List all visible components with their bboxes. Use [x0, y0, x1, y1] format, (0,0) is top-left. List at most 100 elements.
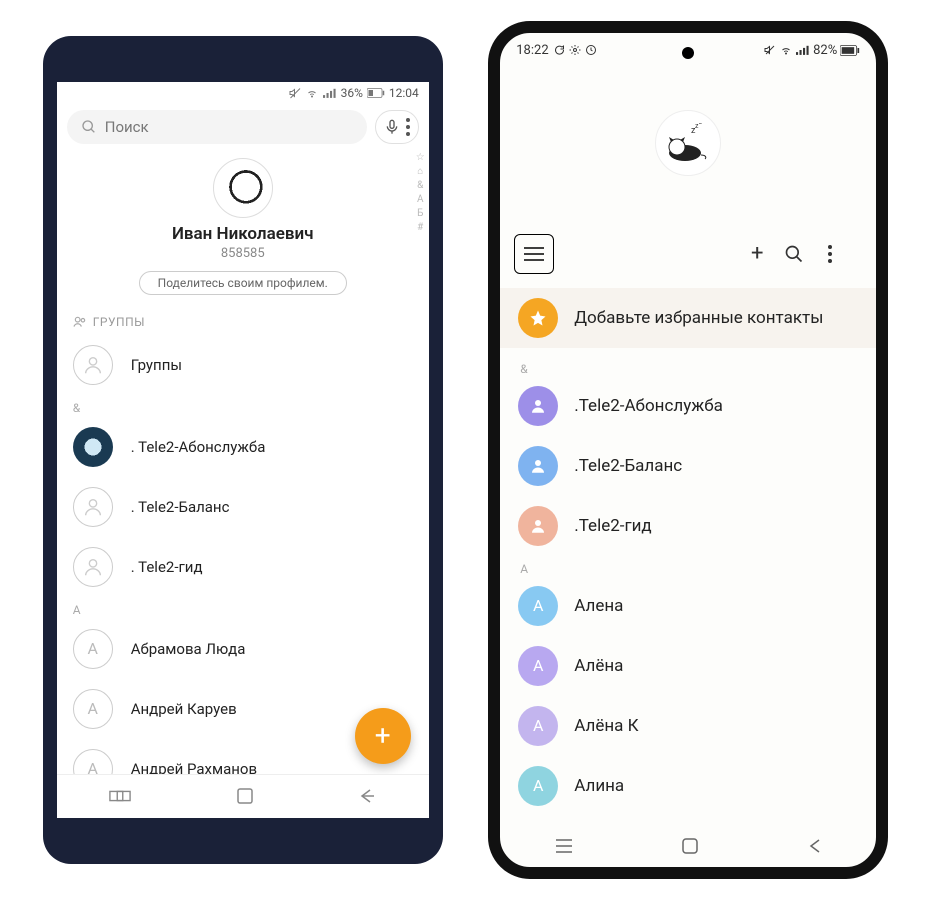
contact-name: Абрамова Люда [131, 640, 246, 658]
more-button[interactable] [828, 245, 862, 263]
contact-name: . Tele2-гид [131, 558, 203, 576]
add-contact-fab[interactable]: + [355, 708, 411, 764]
contact-row[interactable]: .Tele2-Баланс [500, 436, 876, 496]
camera-hole [682, 47, 694, 59]
wifi-icon [305, 87, 319, 99]
more-icon[interactable] [406, 118, 410, 136]
contact-name: Алина [574, 776, 624, 796]
section-a: А [57, 597, 429, 619]
contact-name: .Tele2-Абонслужба [574, 396, 723, 416]
contact-name: Алёна К [574, 716, 638, 736]
groups-label: Группы [131, 356, 182, 374]
contact-row[interactable]: А Алена [500, 576, 876, 636]
contact-avatar [518, 446, 558, 486]
contact-initial: А [73, 689, 113, 729]
search-button[interactable] [784, 244, 818, 264]
vibrate-icon [764, 44, 776, 56]
contact-row[interactable]: . Tele2-Абонслужба [57, 417, 429, 477]
menu-button[interactable] [514, 234, 554, 274]
favorites-row[interactable]: Добавьте избранные контакты [500, 288, 876, 348]
groups-icon [73, 315, 87, 329]
contact-row[interactable]: А Алина [500, 756, 876, 816]
battery-icon [367, 88, 385, 98]
index-amp[interactable]: & [417, 180, 423, 191]
contact-row[interactable]: .Tele2-Абонслужба [500, 376, 876, 436]
contact-row[interactable]: А Алёна [500, 636, 876, 696]
profile-avatar[interactable] [213, 158, 273, 218]
contact-initial: А [73, 629, 113, 669]
index-star[interactable]: ☆ [416, 152, 425, 163]
profile-avatar: zzz [655, 110, 721, 176]
search-icon [81, 119, 97, 135]
status-time: 18:22 [516, 43, 548, 58]
gear-icon [569, 44, 581, 56]
svg-text:z: z [699, 123, 702, 126]
plus-icon: + [375, 719, 391, 752]
nav-back-icon[interactable] [808, 838, 822, 854]
share-profile-button[interactable]: Поделитесь своим профилем. [139, 271, 347, 295]
profile-card[interactable]: ☆ ⌂ & А Б # Иван Николаевич 858585 Подел… [57, 150, 429, 305]
contact-name: .Tele2-Баланс [574, 456, 682, 476]
signal-icon [323, 87, 337, 99]
favorites-label: Добавьте избранные контакты [574, 308, 823, 328]
section-amp: & [57, 395, 429, 417]
nav-recents-icon[interactable] [109, 788, 131, 804]
toolbar: + [500, 228, 876, 280]
index-b[interactable]: Б [417, 208, 423, 219]
nav-home-icon[interactable] [682, 838, 698, 854]
groups-header: ГРУППЫ [57, 305, 429, 335]
groups-avatar-icon [73, 345, 113, 385]
nav-back-icon[interactable] [358, 788, 376, 804]
index-scroller[interactable]: ☆ ⌂ & А Б # [416, 152, 425, 233]
section-a: А [500, 556, 876, 576]
battery-percent: 82% [813, 43, 837, 58]
contact-avatar [518, 386, 558, 426]
add-button[interactable]: + [740, 241, 774, 266]
profile-hero[interactable]: zzz [500, 58, 876, 228]
phone-right: 18:22 82% zzz + [488, 21, 888, 879]
contact-row[interactable]: . Tele2-Баланс [57, 477, 429, 537]
contact-name: . Tele2-Абонслужба [131, 438, 266, 456]
contact-initial: А [518, 706, 558, 746]
clock-icon [585, 44, 597, 56]
contact-name: Алёна [574, 656, 623, 676]
index-a[interactable]: А [417, 194, 424, 205]
phone-left: 36% 12:04 Поиск ☆ ⌂ & А Б # [43, 36, 443, 864]
contact-name: Андрей Каруев [131, 700, 237, 718]
mic-icon[interactable] [384, 118, 400, 136]
nav-recents-icon[interactable] [555, 838, 573, 854]
contact-avatar [73, 427, 113, 467]
search-placeholder: Поиск [105, 118, 149, 136]
wifi-icon [779, 44, 793, 56]
section-amp: & [500, 356, 876, 376]
contact-name: Алена [574, 596, 623, 616]
contact-row[interactable]: А Алёна К [500, 696, 876, 756]
battery-percent: 36% [341, 86, 363, 100]
contact-name: . Tele2-Баланс [131, 498, 230, 516]
contact-name: .Tele2-гид [574, 516, 651, 536]
contact-row[interactable]: А Абрамова Люда [57, 619, 429, 679]
nav-home-icon[interactable] [237, 788, 253, 804]
nav-bar [500, 825, 876, 867]
index-home[interactable]: ⌂ [417, 166, 423, 177]
contact-initial: А [518, 646, 558, 686]
profile-number: 858585 [57, 246, 429, 261]
contact-avatar [73, 487, 113, 527]
status-time: 12:04 [389, 86, 419, 100]
index-hash[interactable]: # [417, 222, 423, 233]
search-input[interactable]: Поиск [67, 110, 367, 144]
battery-icon [840, 45, 860, 56]
contact-avatar [73, 547, 113, 587]
star-icon [518, 298, 558, 338]
chat-icon [553, 44, 565, 56]
nav-bar [57, 774, 429, 818]
contact-row[interactable]: .Tele2-гид [500, 496, 876, 556]
contact-initial: А [518, 766, 558, 806]
contact-row[interactable]: . Tele2-гид [57, 537, 429, 597]
groups-row[interactable]: Группы [57, 335, 429, 395]
contact-initial: А [518, 586, 558, 626]
mute-icon [289, 87, 301, 99]
signal-icon [796, 44, 810, 56]
profile-name: Иван Николаевич [57, 224, 429, 244]
contact-avatar [518, 506, 558, 546]
